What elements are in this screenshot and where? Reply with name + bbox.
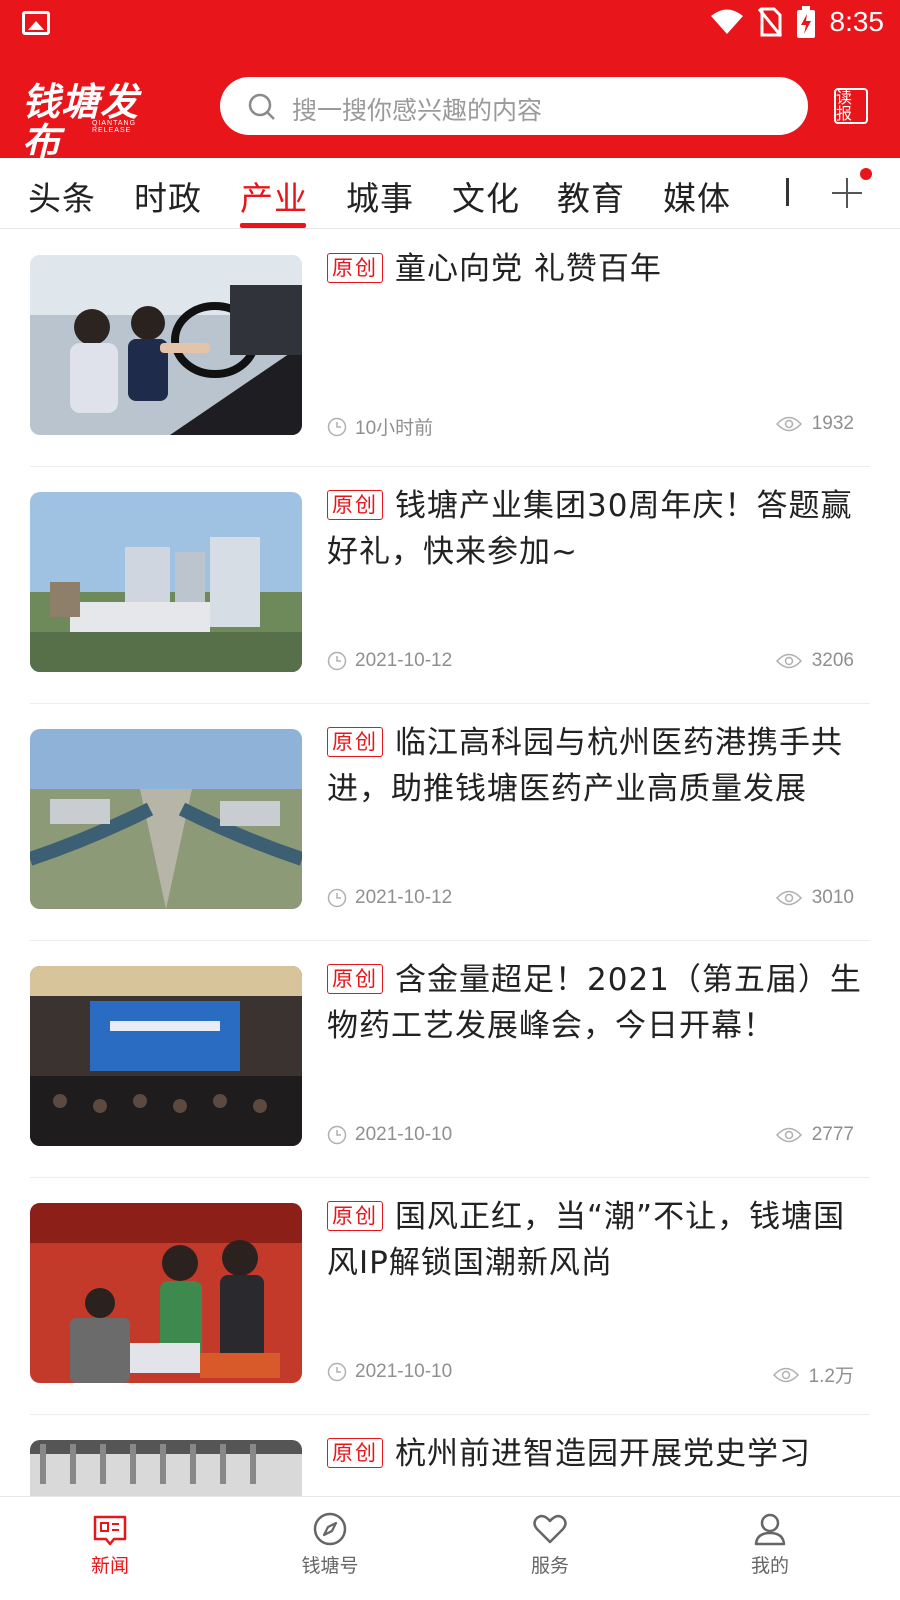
tab-shizheng[interactable]: 时政: [134, 172, 202, 220]
news-thumbnail: [30, 1440, 302, 1496]
tab-meiti[interactable]: 媒体: [663, 172, 731, 220]
status-icons: 8:35: [710, 6, 885, 38]
nav-news[interactable]: 新闻: [50, 1511, 170, 1578]
news-meta: 2021-10-10 1.2万: [327, 1361, 870, 1387]
news-meta: 2021-10-12 3010: [327, 887, 870, 911]
news-thumbnail: [30, 255, 302, 435]
user-icon: [754, 1513, 786, 1546]
status-bar: 8:35: [0, 0, 900, 52]
eye-icon: [772, 1367, 799, 1382]
tab-overflow-divider: [786, 178, 789, 206]
original-badge: 原创: [327, 490, 383, 520]
nav-service-label: 服务: [530, 1555, 569, 1577]
publish-time: 10小时前: [355, 418, 434, 439]
compass-icon: [313, 1512, 347, 1546]
eye-icon: [775, 653, 802, 669]
publish-time: 2021-10-10: [355, 1124, 453, 1145]
app-logo: 钱塘发布 QIANTANG RELEASE: [22, 82, 172, 162]
view-count: 3206: [811, 650, 854, 671]
news-text: 原创 钱塘产业集团30周年庆！答题赢好礼，快来参加~: [327, 483, 870, 575]
nav-news-label: 新闻: [90, 1555, 129, 1577]
publish-time: 2021-10-12: [355, 650, 453, 671]
original-badge: 原创: [327, 253, 383, 283]
add-channel-icon[interactable]: [832, 178, 862, 208]
publish-time: 2021-10-12: [355, 887, 453, 908]
nav-mine-label: 我的: [750, 1555, 789, 1577]
read-paper-button[interactable]: 读报: [834, 88, 868, 124]
clock-icon: [327, 1362, 347, 1382]
news-text: 原创 国风正红，当“潮”不让，钱塘国风IP解锁国潮新风尚: [327, 1194, 870, 1286]
news-item[interactable]: 原创 临江高科园与杭州医药港携手共进，助推钱塘医药产业高质量发展 2021-10-…: [30, 704, 870, 941]
wifi-icon: [710, 9, 743, 34]
tab-chanye[interactable]: 产业: [240, 172, 308, 220]
news-text: 原创 含金量超足！2021（第五届）生物药工艺发展峰会，今日开幕！: [327, 957, 870, 1049]
clock-icon: [327, 417, 347, 436]
view-count: 1.2万: [808, 1366, 854, 1387]
news-title: 原创 童心向党 礼赞百年: [327, 246, 870, 292]
clock-icon: [327, 1125, 347, 1145]
news-list: 原创 童心向党 礼赞百年 10小时前 1932 原创 钱塘产业集团30周年庆！答…: [0, 230, 900, 1496]
view-count: 1932: [811, 413, 854, 434]
news-thumbnail: [30, 492, 302, 672]
image-notification-icon: [22, 11, 50, 35]
tab-chengshi[interactable]: 城事: [346, 172, 414, 220]
view-count: 2777: [811, 1124, 854, 1145]
original-badge: 原创: [327, 1201, 383, 1231]
news-title: 原创 国风正红，当“潮”不让，钱塘国风IP解锁国潮新风尚: [327, 1199, 846, 1281]
nav-qiantanghao[interactable]: 钱塘号: [270, 1511, 390, 1578]
no-sim-icon: [757, 7, 782, 37]
eye-icon: [775, 890, 802, 906]
notification-dot: [860, 168, 872, 180]
heart-icon: [533, 1514, 567, 1544]
clock: 8:35: [829, 6, 885, 37]
news-item[interactable]: 原创 含金量超足！2021（第五届）生物药工艺发展峰会，今日开幕！ 2021-10…: [30, 941, 870, 1178]
news-item[interactable]: 原创 国风正红，当“潮”不让，钱塘国风IP解锁国潮新风尚 2021-10-10 1…: [30, 1178, 870, 1415]
news-item[interactable]: 原创 童心向党 礼赞百年 10小时前 1932: [30, 230, 870, 467]
search-bar[interactable]: 搜一搜你感兴趣的内容: [220, 77, 808, 135]
news-text: 原创 临江高科园与杭州医药港携手共进，助推钱塘医药产业高质量发展: [327, 720, 870, 812]
news-meta: 2021-10-12 3206: [327, 650, 870, 674]
news-text: 原创 杭州前进智造园开展党史学习: [327, 1431, 870, 1477]
bottom-navigation: 新闻 钱塘号 服务 我的: [0, 1496, 900, 1600]
clock-icon: [327, 888, 347, 908]
news-title: 原创 临江高科园与杭州医药港携手共进，助推钱塘医药产业高质量发展: [327, 725, 843, 807]
publish-time: 2021-10-10: [355, 1361, 453, 1382]
news-meta: 10小时前 1932: [327, 413, 870, 439]
view-count: 3010: [811, 887, 854, 908]
eye-icon: [775, 416, 802, 432]
news-text: 原创 童心向党 礼赞百年: [327, 246, 870, 292]
original-badge: 原创: [327, 964, 383, 994]
news-icon: [93, 1515, 127, 1546]
app-header: 8:35 钱塘发布 QIANTANG RELEASE 搜一搜你感兴趣的内容 读报: [0, 0, 900, 162]
news-title: 原创 含金量超足！2021（第五届）生物药工艺发展峰会，今日开幕！: [327, 962, 862, 1044]
news-thumbnail: [30, 1203, 302, 1383]
news-item[interactable]: 原创 杭州前进智造园开展党史学习: [30, 1415, 870, 1496]
active-tab-indicator: [240, 223, 306, 228]
tab-wenhua[interactable]: 文化: [452, 172, 520, 220]
original-badge: 原创: [327, 727, 383, 757]
battery-charging-icon: [796, 6, 815, 38]
logo-subtext: QIANTANG RELEASE: [92, 120, 137, 134]
search-icon: [248, 93, 275, 120]
original-badge: 原创: [327, 1438, 383, 1468]
news-thumbnail: [30, 729, 302, 909]
category-tabs: 头条 时政 产业 城事 文化 教育 媒体: [0, 158, 900, 229]
clock-icon: [327, 651, 347, 671]
news-title: 原创 钱塘产业集团30周年庆！答题赢好礼，快来参加~: [327, 488, 853, 570]
news-meta: 2021-10-10 2777: [327, 1124, 870, 1148]
nav-mine[interactable]: 我的: [710, 1511, 830, 1578]
news-title: 原创 杭州前进智造园开展党史学习: [327, 1431, 870, 1477]
nav-qiantanghao-label: 钱塘号: [301, 1555, 359, 1577]
news-thumbnail: [30, 966, 302, 1146]
tab-jiaoyu[interactable]: 教育: [557, 172, 625, 220]
eye-icon: [775, 1127, 802, 1143]
search-placeholder: 搜一搜你感兴趣的内容: [292, 96, 543, 125]
tab-toutiao[interactable]: 头条: [28, 172, 96, 220]
nav-service[interactable]: 服务: [490, 1511, 610, 1578]
news-item[interactable]: 原创 钱塘产业集团30周年庆！答题赢好礼，快来参加~ 2021-10-12 320…: [30, 467, 870, 704]
